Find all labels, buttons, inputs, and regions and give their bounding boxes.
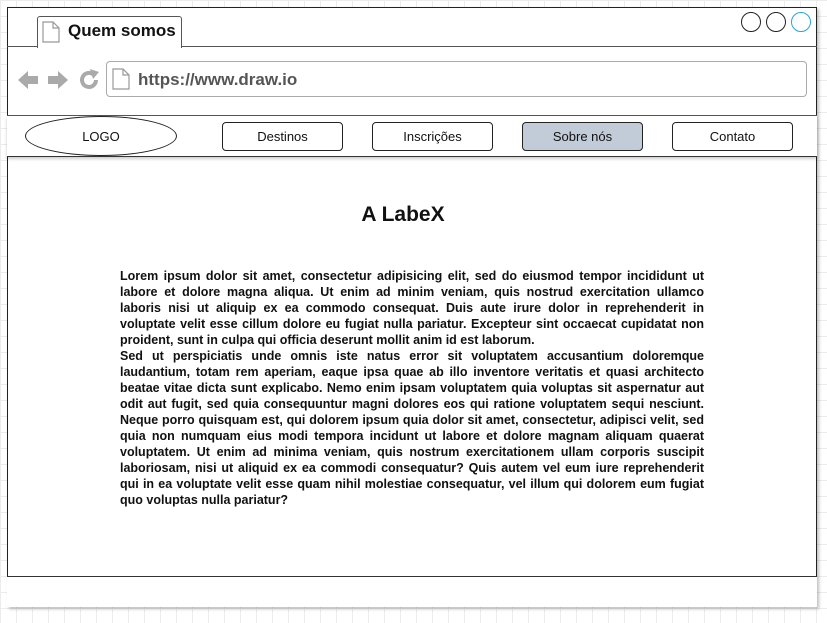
minimize-button[interactable] bbox=[741, 12, 761, 32]
logo[interactable]: LOGO bbox=[25, 116, 177, 156]
nav-sobre-nos-button[interactable]: Sobre nós bbox=[522, 122, 643, 151]
back-arrow-icon[interactable] bbox=[16, 68, 40, 92]
nav-contato-button[interactable]: Contato bbox=[672, 122, 793, 151]
tab-title: Quem somos bbox=[68, 21, 176, 40]
maximize-button[interactable] bbox=[791, 12, 811, 32]
nav-destinos-button[interactable]: Destinos bbox=[222, 122, 343, 151]
forward-arrow-icon[interactable] bbox=[46, 68, 70, 92]
refresh-icon[interactable] bbox=[77, 68, 101, 92]
page-footer bbox=[7, 576, 817, 607]
body-text: Lorem ipsum dolor sit amet, consectetur … bbox=[120, 268, 704, 508]
url-text: https://www.draw.io bbox=[138, 70, 298, 89]
nav-inscricoes-button[interactable]: Inscrições bbox=[372, 122, 493, 151]
page-title: A LabeX bbox=[361, 203, 445, 226]
page-icon bbox=[112, 68, 130, 90]
paragraph: Lorem ipsum dolor sit amet, consectetur … bbox=[120, 269, 704, 347]
restore-button[interactable] bbox=[766, 12, 786, 32]
page-icon bbox=[42, 21, 60, 43]
paragraph: Sed ut perspiciatis unde omnis iste natu… bbox=[120, 349, 704, 507]
